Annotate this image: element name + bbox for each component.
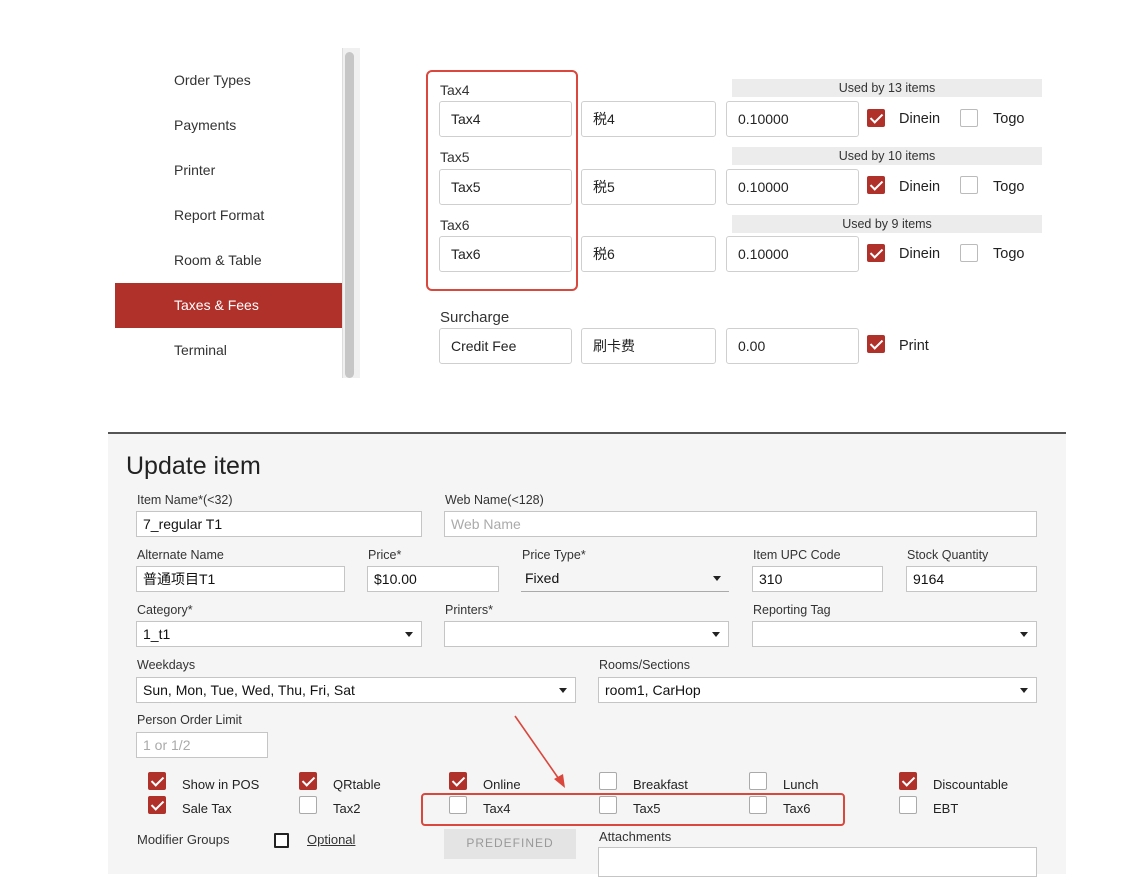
- surcharge-name-input[interactable]: Credit Fee: [439, 328, 572, 364]
- tax2-checkbox[interactable]: [299, 796, 317, 814]
- qrtable-label: QRtable: [333, 777, 381, 792]
- ebt-checkbox[interactable]: [899, 796, 917, 814]
- tax4-togo-checkbox[interactable]: [960, 109, 978, 127]
- stock-input[interactable]: 9164: [906, 566, 1037, 592]
- tax5-togo-checkbox[interactable]: [960, 176, 978, 194]
- optional-checkbox[interactable]: [274, 833, 289, 848]
- printers-label: Printers*: [445, 603, 493, 617]
- upc-label: Item UPC Code: [753, 548, 841, 562]
- discountable-checkbox[interactable]: [899, 772, 917, 790]
- tax5-used-count: Used by 10 items: [732, 147, 1042, 165]
- item-name-input[interactable]: 7_regular T1: [136, 511, 422, 537]
- tax4-rate-input[interactable]: 0.10000: [726, 101, 859, 137]
- web-name-input[interactable]: Web Name: [444, 511, 1037, 537]
- sale-tax-label: Sale Tax: [182, 801, 232, 816]
- tax4-used-count: Used by 13 items: [732, 79, 1042, 97]
- tax5-alt-name-input[interactable]: 税5: [581, 169, 716, 205]
- tax6-dinein-label: Dinein: [899, 246, 941, 262]
- rooms-select[interactable]: room1, CarHop: [598, 677, 1037, 703]
- show-in-pos-checkbox[interactable]: [148, 772, 166, 790]
- sidebar-item-terminal[interactable]: Terminal: [115, 328, 342, 373]
- qrtable-checkbox[interactable]: [299, 772, 317, 790]
- category-label: Category*: [137, 603, 193, 617]
- tax6-rate-input[interactable]: 0.10000: [726, 236, 859, 272]
- breakfast-checkbox[interactable]: [599, 772, 617, 790]
- chevron-down-icon: [1020, 688, 1028, 693]
- attachments-box[interactable]: [598, 847, 1037, 877]
- sidebar-item-printer[interactable]: Printer: [115, 148, 342, 193]
- sidebar-item-room-table[interactable]: Room & Table: [115, 238, 342, 283]
- tax4-alt-name-input[interactable]: 税4: [581, 101, 716, 137]
- tax-highlight-annotation: [426, 70, 578, 291]
- tax4-dinein-label: Dinein: [899, 111, 941, 127]
- lunch-checkbox[interactable]: [749, 772, 767, 790]
- discountable-label: Discountable: [933, 777, 1009, 792]
- price-input[interactable]: $10.00: [367, 566, 499, 592]
- alternate-name-input[interactable]: 普通项目T1: [136, 566, 345, 592]
- sidebar-item-report-format[interactable]: Report Format: [115, 193, 342, 238]
- breakfast-label: Breakfast: [633, 777, 688, 792]
- tax6-togo-checkbox[interactable]: [960, 244, 978, 262]
- chevron-down-icon: [712, 632, 720, 637]
- tax6-used-count: Used by 9 items: [732, 215, 1042, 233]
- tax5-dinein-checkbox[interactable]: [867, 176, 885, 194]
- reporting-tag-select[interactable]: [752, 621, 1037, 647]
- tax5-togo-label: Togo: [993, 179, 1025, 195]
- sidebar-item-payments[interactable]: Payments: [115, 103, 342, 148]
- chevron-down-icon: [405, 632, 413, 637]
- sidebar-scroll-thumb[interactable]: [345, 52, 354, 378]
- predefined-button[interactable]: PREDEFINED: [444, 829, 576, 859]
- modifier-groups-label: Modifier Groups: [137, 832, 230, 847]
- lunch-label: Lunch: [783, 777, 819, 792]
- tax5-dinein-label: Dinein: [899, 179, 941, 195]
- rooms-label: Rooms/Sections: [599, 658, 691, 672]
- person-limit-input[interactable]: 1 or 1/2: [136, 732, 268, 758]
- show-in-pos-label: Show in POS: [182, 777, 260, 792]
- tax5-rate-input[interactable]: 0.10000: [726, 169, 859, 205]
- category-select[interactable]: 1_t1: [136, 621, 422, 647]
- upc-input[interactable]: 310: [752, 566, 883, 592]
- chevron-down-icon: [559, 688, 567, 693]
- surcharge-print-label: Print: [899, 338, 929, 354]
- ebt-label: EBT: [933, 801, 959, 816]
- tax4-togo-label: Togo: [993, 111, 1025, 127]
- printers-select[interactable]: [444, 621, 729, 647]
- optional-link[interactable]: Optional: [307, 832, 355, 847]
- chevron-down-icon: [1020, 632, 1028, 637]
- tax6-dinein-checkbox[interactable]: [867, 244, 885, 262]
- surcharge-amount-input[interactable]: 0.00: [726, 328, 859, 364]
- surcharge-header: Surcharge: [440, 309, 510, 326]
- annotation-arrow-icon: [514, 715, 565, 788]
- tax6-alt-name-input[interactable]: 税6: [581, 236, 716, 272]
- online-checkbox[interactable]: [449, 772, 467, 790]
- price-type-select[interactable]: Fixed: [521, 566, 729, 592]
- alternate-name-label: Alternate Name: [137, 548, 224, 562]
- tax-checkbox-highlight-annotation: [421, 793, 845, 826]
- price-type-label: Price Type*: [522, 548, 586, 562]
- settings-sidebar: Order Types Payments Printer Report Form…: [115, 48, 360, 378]
- person-limit-label: Person Order Limit: [137, 713, 242, 727]
- price-label: Price*: [368, 548, 402, 562]
- weekdays-select[interactable]: Sun, Mon, Tue, Wed, Thu, Fri, Sat: [136, 677, 576, 703]
- surcharge-print-checkbox[interactable]: [867, 335, 885, 353]
- weekdays-label: Weekdays: [137, 658, 196, 672]
- tax4-dinein-checkbox[interactable]: [867, 109, 885, 127]
- sale-tax-checkbox[interactable]: [148, 796, 166, 814]
- stock-label: Stock Quantity: [907, 548, 989, 562]
- sidebar-item-order-types[interactable]: Order Types: [115, 58, 342, 103]
- sidebar-item-taxes-fees[interactable]: Taxes & Fees: [115, 283, 342, 328]
- attachments-label: Attachments: [599, 829, 672, 844]
- tax2-label: Tax2: [333, 801, 361, 816]
- dialog-title: Update item: [126, 452, 261, 480]
- web-name-label: Web Name(<128): [445, 493, 544, 507]
- surcharge-alt-name-input[interactable]: 刷卡费: [581, 328, 716, 364]
- tax6-togo-label: Togo: [993, 246, 1025, 262]
- chevron-down-icon: [713, 576, 721, 581]
- item-name-label: Item Name*(<32): [137, 493, 233, 507]
- reporting-tag-label: Reporting Tag: [753, 603, 831, 617]
